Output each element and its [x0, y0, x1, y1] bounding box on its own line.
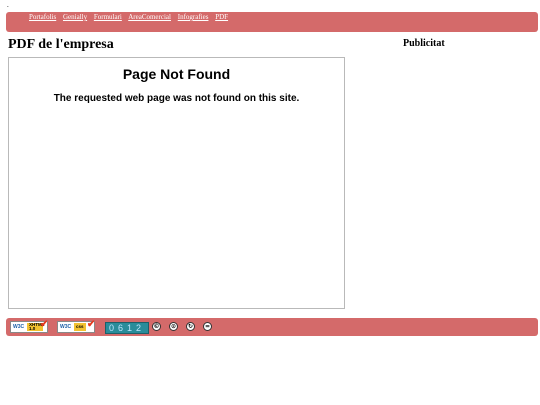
cc-icon: ©: [152, 322, 161, 331]
not-found-title: Page Not Found: [122, 66, 231, 82]
page: . Portafolis Genially Formulari AreaCome…: [0, 0, 540, 405]
top-nav: Portafolis Genially Formulari AreaComerc…: [29, 13, 233, 22]
nav-link-portafolis[interactable]: Portafolis: [29, 13, 56, 21]
w3c-label: W3C: [60, 324, 72, 330]
nav-link-pdf[interactable]: PDF: [215, 13, 228, 21]
xhtml-validator-badge[interactable]: W3C XHTML 1.0 ✔: [10, 319, 49, 333]
visit-counter[interactable]: 0612: [105, 322, 150, 334]
top-nav-bar: Portafolis Genially Formulari AreaComerc…: [6, 12, 538, 32]
pdf-embed-frame[interactable]: Page Not Found The requested web page wa…: [8, 57, 345, 309]
nav-link-areacomercial[interactable]: AreaComercial: [128, 13, 171, 21]
check-icon: ✔: [40, 319, 49, 330]
sa-icon: ↻: [186, 322, 195, 331]
not-found-message: The requested web page was not found on …: [53, 93, 300, 104]
css-validator-badge[interactable]: W3C css ✔: [57, 319, 96, 333]
page-title: PDF de l'empresa: [8, 37, 114, 52]
w3c-label: W3C: [13, 324, 25, 330]
top-marker: .: [7, 1, 9, 9]
creative-commons-license[interactable]: © ⊙ ↻ =: [152, 322, 216, 333]
nd-icon: =: [203, 322, 212, 331]
check-icon: ✔: [87, 319, 96, 330]
css-label: css: [74, 323, 86, 331]
nav-link-formulari[interactable]: Formulari: [94, 13, 122, 21]
footer-bar: W3C XHTML 1.0 ✔ W3C css ✔ 0612 © ⊙ ↻ =: [6, 318, 538, 336]
nav-link-infografies[interactable]: Infografies: [178, 13, 209, 21]
by-icon: ⊙: [169, 322, 178, 331]
sidebar-heading-publicitat: Publicitat: [403, 38, 445, 49]
nav-link-genially[interactable]: Genially: [63, 13, 87, 21]
